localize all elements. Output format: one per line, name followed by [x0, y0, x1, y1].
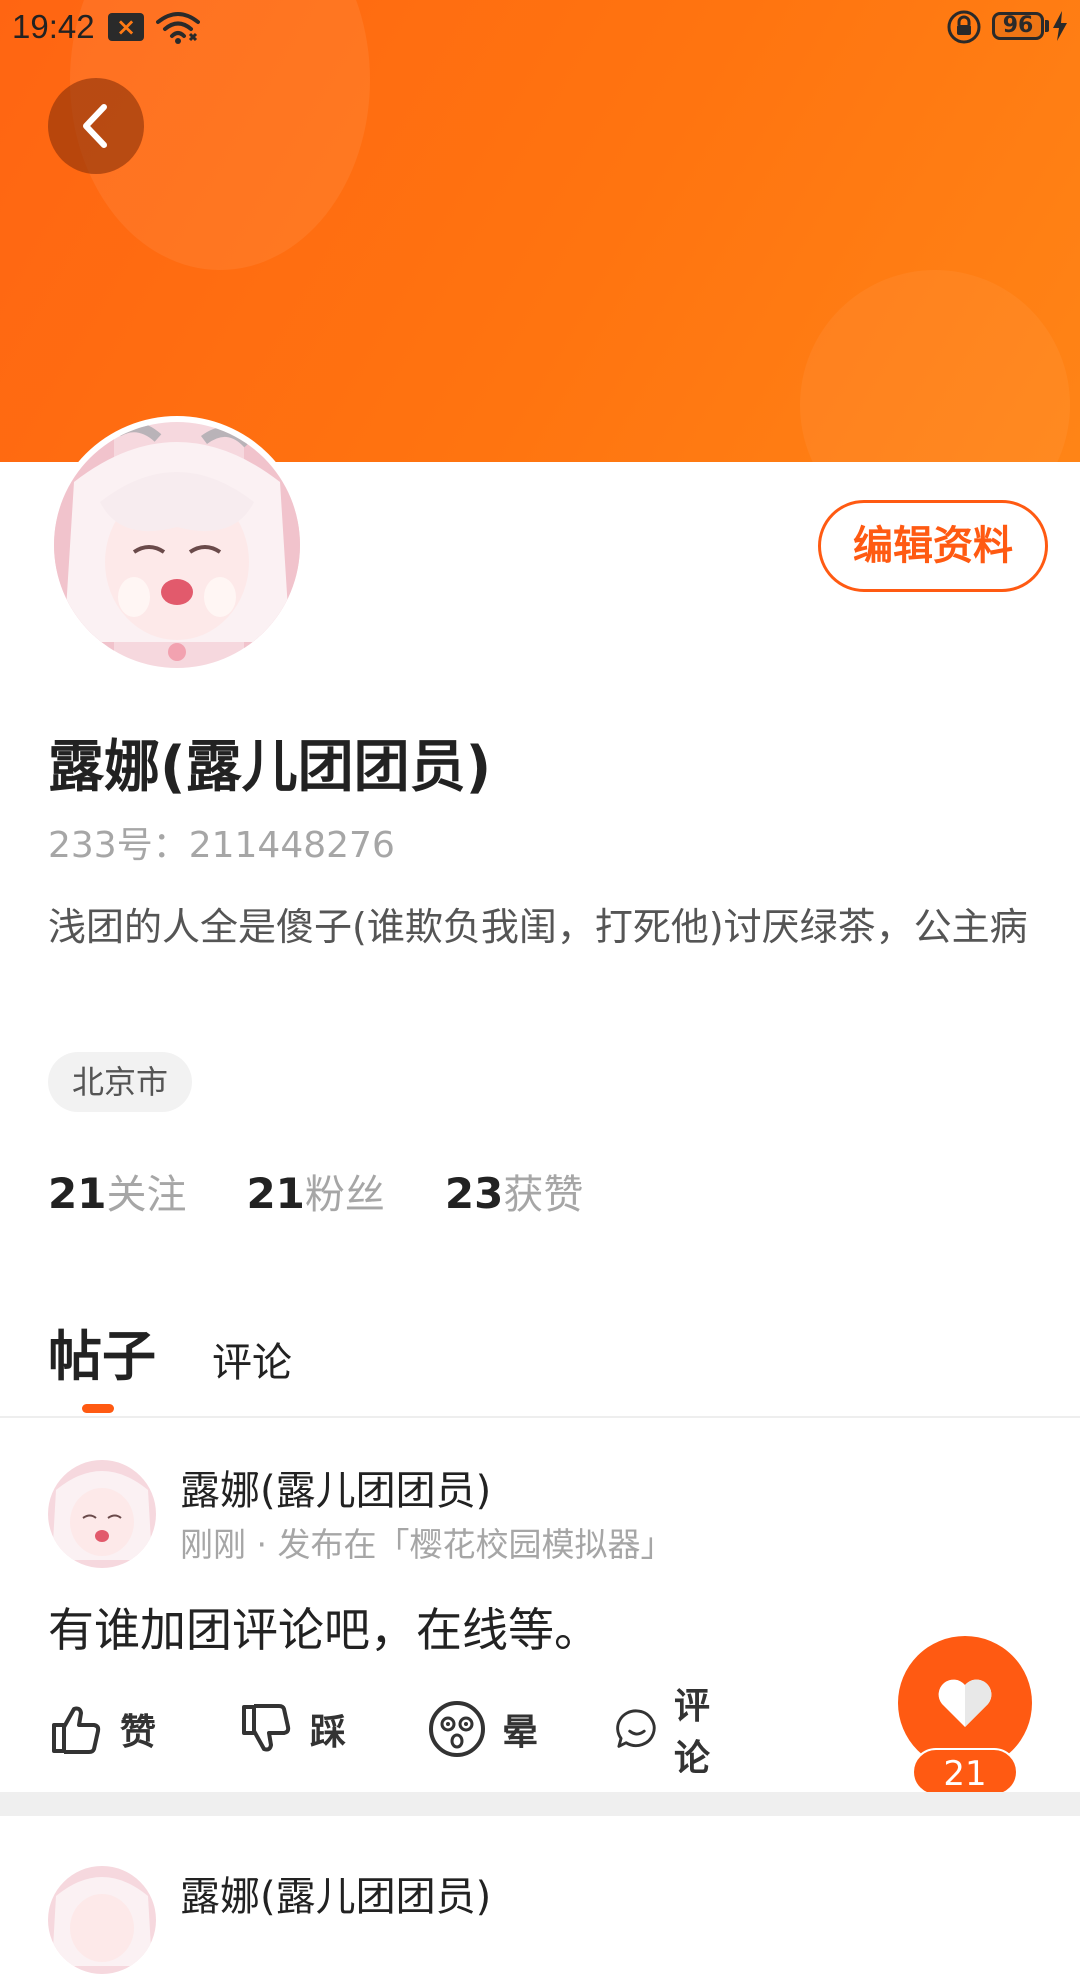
- battery-tip: [1045, 20, 1049, 32]
- tab-comments[interactable]: 评论: [212, 1330, 292, 1388]
- back-button[interactable]: [48, 78, 144, 174]
- following-label: 关注: [106, 1172, 187, 1218]
- content-tabs: 帖子 评论: [0, 1300, 1080, 1418]
- followers-label: 粉丝: [304, 1172, 385, 1218]
- followers-count: 21: [246, 1169, 305, 1218]
- likes-label: 获赞: [503, 1172, 584, 1218]
- thumbs-up-icon: [52, 1706, 101, 1754]
- location-tag: 北京市: [48, 1052, 193, 1112]
- post-author-name[interactable]: 露娜(露儿团团员): [180, 1864, 491, 1922]
- post-author-name[interactable]: 露娜(露儿团团员): [180, 1458, 491, 1516]
- dizzy-face-icon: [429, 1701, 485, 1757]
- profile-stats: 21关注 21粉丝 23获赞: [48, 1162, 643, 1222]
- chevron-left-icon: [83, 104, 107, 148]
- heart-icon: [938, 1679, 992, 1727]
- post-content[interactable]: 有谁加团评论吧，在线等。: [48, 1594, 600, 1660]
- following-count: 21: [48, 1169, 107, 1218]
- stat-followers[interactable]: 21粉丝: [246, 1162, 384, 1222]
- avatar-image: [48, 1866, 156, 1974]
- comment-icon: [616, 1709, 656, 1748]
- post-meta: 刚刚 · 发布在「樱花校园模拟器」: [180, 1525, 674, 1564]
- wifi-icon: [156, 10, 200, 52]
- like-fab-count: 21: [912, 1748, 1018, 1796]
- dizzy-label: 晕: [502, 1712, 539, 1753]
- status-bar: 19:42 × 96: [0, 0, 1080, 56]
- post-author-avatar[interactable]: [48, 1866, 156, 1974]
- profile-name: 露娜(露儿团团员): [48, 735, 492, 800]
- rotation-lock-icon: [946, 9, 982, 53]
- battery-icon: 96: [992, 12, 1044, 40]
- charging-icon: [1052, 11, 1068, 49]
- active-tab-indicator: [82, 1404, 114, 1413]
- post-author-avatar[interactable]: [48, 1460, 156, 1568]
- dislike-label: 踩: [310, 1712, 347, 1753]
- comment-label: 评论: [673, 1686, 710, 1779]
- comment-button[interactable]: 评论: [616, 1686, 726, 1779]
- profile-id: 233号：211448276: [48, 825, 395, 866]
- edit-profile-button[interactable]: 编辑资料: [818, 500, 1048, 592]
- profile-banner: [0, 0, 1080, 462]
- avatar-image: [48, 1460, 156, 1568]
- post-divider: [0, 1792, 1080, 1816]
- tab-posts[interactable]: 帖子: [48, 1312, 156, 1391]
- notification-x-icon: ×: [108, 13, 144, 41]
- likes-count: 23: [444, 1169, 504, 1218]
- avatar-image: [54, 422, 300, 668]
- thumbs-down-icon: [242, 1704, 291, 1752]
- like-button[interactable]: 赞: [48, 1694, 156, 1764]
- status-time: 19:42: [12, 8, 95, 45]
- stat-likes[interactable]: 23获赞: [445, 1162, 583, 1222]
- profile-avatar[interactable]: [48, 416, 306, 674]
- dizzy-button[interactable]: 晕: [428, 1694, 538, 1764]
- dislike-button[interactable]: 踩: [238, 1694, 346, 1764]
- banner-decoration: [800, 270, 1070, 462]
- like-label: 赞: [120, 1712, 157, 1753]
- profile-bio: 浅团的人全是傻子(谁欺负我闺，打死他)讨厌绿茶，公主病: [48, 905, 1028, 949]
- stat-following[interactable]: 21关注: [48, 1162, 186, 1222]
